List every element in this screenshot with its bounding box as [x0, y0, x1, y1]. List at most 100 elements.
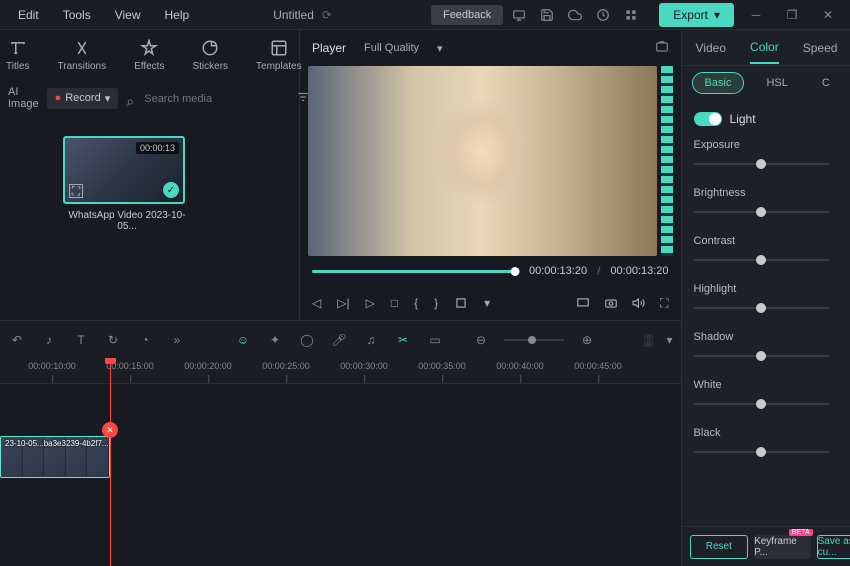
close-button[interactable]: ✕ [814, 3, 842, 27]
maximize-button[interactable]: ❐ [778, 3, 806, 27]
minimize-button[interactable]: ─ [742, 3, 770, 27]
save-custom-button[interactable]: Save as cu... [817, 535, 850, 559]
history-icon[interactable]: ↻ [104, 333, 122, 347]
slider-track[interactable] [694, 403, 830, 405]
tab-templates[interactable]: Templates [256, 39, 302, 72]
timeline-clip[interactable]: 23-10-05...ba3e3239-4b2f7... [0, 436, 110, 478]
tab-effects[interactable]: Effects [134, 39, 164, 72]
zoom-in-button[interactable]: ⊕ [578, 333, 596, 347]
feedback-button[interactable]: Feedback [431, 5, 503, 25]
keyframe-path-button[interactable]: Keyframe P... BETA [754, 535, 811, 559]
slider-track[interactable] [694, 355, 830, 357]
slider-track[interactable] [694, 211, 830, 213]
project-title: Untitled [273, 8, 314, 22]
fullscreen-icon[interactable]: ⛶ [660, 296, 668, 311]
record-label: Record [65, 92, 100, 104]
reset-button[interactable]: Reset [690, 535, 749, 559]
snapshot-icon[interactable] [655, 40, 669, 57]
stop-button[interactable]: □ [391, 296, 398, 310]
display-icon[interactable] [576, 296, 590, 311]
slider-value[interactable]: 0.00 [839, 254, 850, 266]
tab-titles[interactable]: Titles [6, 39, 30, 72]
cloud-icon[interactable] [563, 3, 587, 27]
mark-out-button[interactable]: } [434, 296, 438, 310]
slider-track[interactable] [694, 163, 830, 165]
slider-value[interactable]: 0.00 [839, 398, 850, 410]
menu-edit[interactable]: Edit [8, 4, 49, 26]
camera-icon[interactable] [604, 296, 618, 311]
next-frame-button[interactable]: ▷| [337, 296, 349, 310]
sparkle-icon[interactable]: ✦ [266, 333, 284, 347]
smiley-icon[interactable]: ☺ [234, 333, 252, 347]
text-icon[interactable]: T [72, 333, 90, 347]
slider-track[interactable] [694, 307, 830, 309]
undo-icon[interactable]: ↶ [8, 333, 26, 347]
timeline-ruler[interactable]: 00:00:10:00 00:00:15:00 00:00:20:00 00:0… [0, 358, 681, 384]
light-toggle[interactable] [694, 112, 722, 126]
slider-track[interactable] [694, 259, 830, 261]
slider-value[interactable]: 0.00 [839, 446, 850, 458]
chevron-down-icon: ▾ [105, 92, 111, 105]
slider-value[interactable]: 0.00 [839, 302, 850, 314]
crop-icon[interactable] [454, 296, 468, 310]
search-input[interactable] [126, 93, 286, 105]
quality-label: Full Quality [364, 42, 419, 54]
menu-help[interactable]: Help [155, 4, 200, 26]
expand-icon[interactable]: » [168, 333, 186, 347]
slider-value[interactable]: 0.00 [839, 350, 850, 362]
video-preview[interactable] [308, 66, 657, 256]
tab-transitions[interactable]: Transitions [58, 39, 107, 72]
menu-tools[interactable]: Tools [53, 4, 101, 26]
subtab-basic[interactable]: Basic [692, 72, 745, 94]
subtab-c[interactable]: C [810, 73, 842, 93]
tab-color[interactable]: Color [750, 32, 779, 64]
speech-bubble-icon[interactable]: ◔ [136, 333, 154, 347]
menu-view[interactable]: View [105, 4, 151, 26]
ai-image-button[interactable]: AI Image [8, 86, 39, 110]
subtab-hsl[interactable]: HSL [754, 73, 799, 93]
chevron-down-icon[interactable]: ▾ [667, 333, 673, 347]
filmstrip-scrollbar[interactable] [661, 66, 673, 256]
zoom-slider[interactable] [504, 339, 564, 341]
shield-icon[interactable]: ◯ [298, 333, 316, 347]
tab-stickers[interactable]: Stickers [192, 39, 228, 72]
mic-icon[interactable]: 🎤︎ [330, 333, 348, 347]
slider-track[interactable] [694, 451, 830, 453]
slider-value[interactable]: 0.00 [839, 206, 850, 218]
mark-in-button[interactable]: { [414, 296, 418, 310]
tab-speed[interactable]: Speed [803, 33, 838, 63]
zoom-out-button[interactable]: ⊖ [472, 333, 490, 347]
equalizer-icon[interactable]: ♫ [362, 333, 380, 347]
media-clip[interactable]: 00:00:13 ⛶ ✓ WhatsApp Video 2023-10-05..… [63, 136, 191, 300]
volume-icon[interactable] [632, 296, 646, 311]
timeline[interactable]: 00:00:10:00 00:00:15:00 00:00:20:00 00:0… [0, 358, 681, 566]
grid-icon[interactable] [619, 3, 643, 27]
timeline-view-icon[interactable]: ░ [644, 333, 653, 347]
playhead[interactable]: ✕ [110, 358, 111, 566]
slider-brightness: Brightness◇ 0.00 [694, 180, 850, 228]
media-library: Titles Transitions Effects Stickers Temp… [0, 30, 300, 320]
timecode-total: 00:00:13:20 [610, 265, 668, 277]
prev-frame-button[interactable]: ◁ [312, 296, 321, 310]
cut-icon[interactable]: ✂ [394, 333, 412, 347]
clip-used-icon: ✓ [163, 182, 179, 198]
tab-stickers-label: Stickers [192, 61, 228, 72]
record-button[interactable]: ● Record ▾ [47, 88, 119, 109]
caption-icon[interactable]: ▭ [426, 333, 444, 347]
headset-icon[interactable] [591, 3, 615, 27]
export-button[interactable]: Export ▾ [659, 3, 734, 27]
chevron-down-icon[interactable]: ▾ [484, 296, 490, 310]
seek-bar[interactable] [312, 270, 519, 273]
play-button[interactable]: ▷ [366, 296, 375, 310]
playhead-knob[interactable]: ✕ [102, 422, 118, 438]
panel-subtabs: Basic HSL C ◫ ▾ [682, 66, 850, 100]
quality-dropdown[interactable]: Full Quality ▾ [364, 42, 443, 55]
music-note-icon[interactable]: ♪ [40, 333, 58, 347]
screen-icon[interactable] [507, 3, 531, 27]
tab-video[interactable]: Video [696, 33, 726, 63]
clip-expand-icon[interactable]: ⛶ [69, 184, 83, 198]
refresh-icon[interactable]: ⟳ [322, 8, 332, 22]
save-icon[interactable] [535, 3, 559, 27]
slider-value[interactable]: 0.00 [839, 158, 850, 170]
player-header: Player Full Quality ▾ [300, 30, 681, 66]
